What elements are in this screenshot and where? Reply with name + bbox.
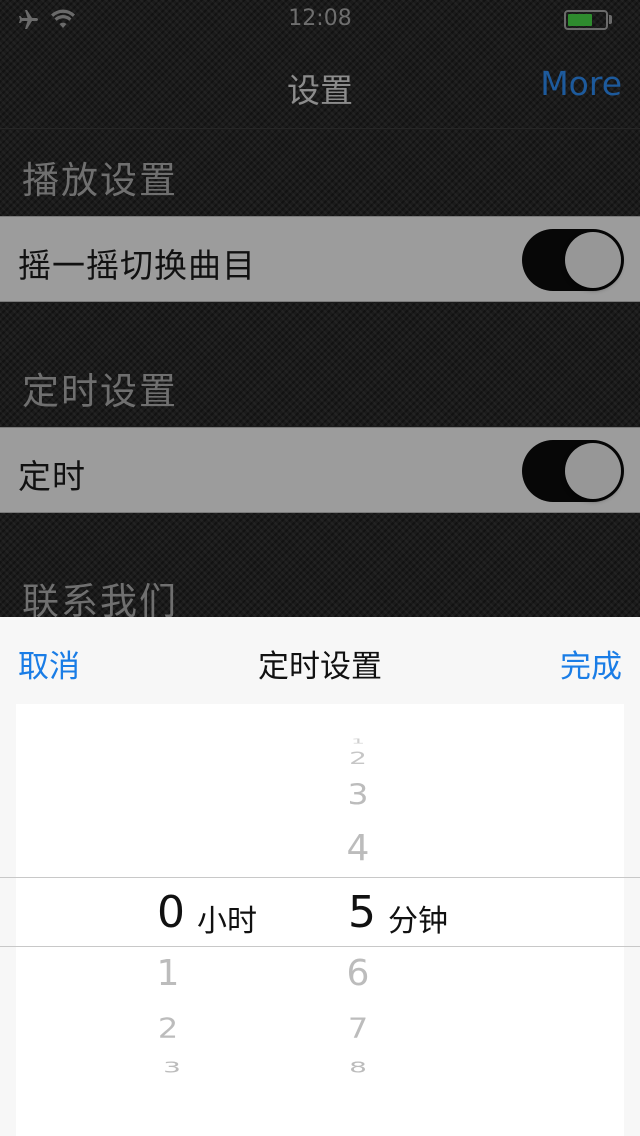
- picker-selection-bottom-line: [0, 946, 640, 947]
- status-bar: 12:08: [0, 0, 640, 40]
- timer-toggle[interactable]: [522, 440, 624, 502]
- picker-hour-option[interactable]: 1: [138, 953, 198, 994]
- picker-minute-option[interactable]: 3: [328, 778, 388, 811]
- more-button[interactable]: More: [540, 64, 622, 103]
- sheet-title: 定时设置: [258, 649, 382, 685]
- picker-minute-selected[interactable]: 5: [332, 887, 392, 938]
- toggle-knob: [565, 443, 621, 499]
- timer-picker-sheet: 取消 定时设置 完成 1 2 3 4 0 小时 5 分钟 1 2 3 6 7 8: [0, 617, 640, 1136]
- picker-minute-unit: 分钟: [388, 904, 448, 939]
- section-header-timer: 定时设置: [22, 370, 178, 413]
- navigation-bar: 设置 More: [0, 40, 640, 129]
- section-header-playback: 播放设置: [22, 159, 178, 202]
- picker-hour-option[interactable]: 2: [138, 1012, 198, 1044]
- shake-to-switch-label: 摇一摇切换曲目: [18, 246, 256, 285]
- sheet-toolbar: 取消 定时设置 完成: [0, 617, 640, 703]
- time-picker[interactable]: [16, 704, 624, 1136]
- picker-hour-selected[interactable]: 0: [141, 887, 201, 938]
- shake-to-switch-toggle[interactable]: [522, 229, 624, 291]
- battery-icon: [564, 10, 608, 30]
- picker-selection-top-line: [0, 877, 640, 878]
- picker-hour-option[interactable]: 3: [142, 1058, 202, 1076]
- picker-hour-unit: 小时: [197, 904, 257, 939]
- toggle-knob: [565, 232, 621, 288]
- timer-row: 定时: [0, 427, 640, 513]
- done-button[interactable]: 完成: [560, 641, 622, 686]
- picker-minute-option[interactable]: 6: [328, 953, 388, 994]
- shake-to-switch-row: 摇一摇切换曲目: [0, 216, 640, 302]
- picker-minute-option[interactable]: 4: [328, 828, 388, 869]
- picker-minute-option[interactable]: 8: [328, 1058, 388, 1076]
- picker-minute-option[interactable]: 7: [328, 1012, 388, 1044]
- battery-tip: [609, 15, 612, 24]
- timer-label: 定时: [18, 457, 86, 496]
- picker-minute-option[interactable]: 1: [328, 738, 388, 746]
- status-time: 12:08: [288, 6, 352, 31]
- picker-minute-option[interactable]: 2: [328, 749, 388, 769]
